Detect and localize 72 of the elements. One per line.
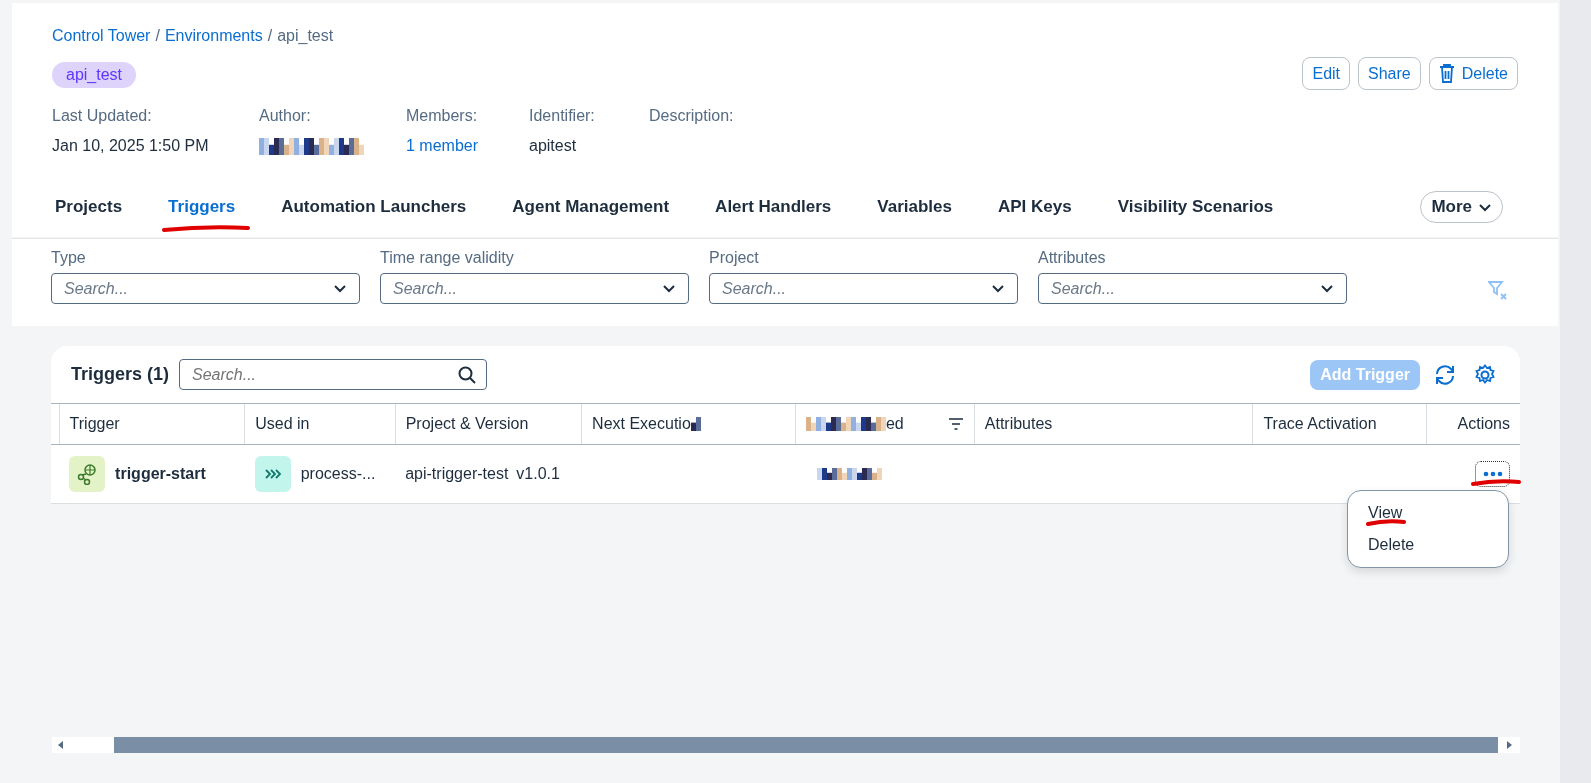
delete-button[interactable]: Delete [1428,57,1518,90]
detail-label: Description: [649,107,735,125]
trash-icon [1438,64,1455,83]
detail-label: Last Updated: [52,107,153,125]
filter-dropdown[interactable]: Search... [380,273,689,304]
column-header: Actions [1457,415,1510,432]
filter-input[interactable]: Search... [1049,278,1283,299]
detail-label: Author: [259,107,312,125]
table-cell: v1.0.1 [516,465,560,483]
action-button[interactable]: Share [1358,57,1421,90]
table-cell: process-... [300,465,376,483]
column-header: Next Executio [592,415,691,433]
environment-tag: api_test [52,61,137,88]
table-cell: api-trigger-test [405,465,509,483]
column-header: Attributes [984,415,1053,432]
chevron-down-icon [1478,202,1492,212]
column-header: Used in [255,415,310,432]
settings-icon [1474,363,1496,386]
breadcrumb-separator: / [267,27,273,45]
scroll-right-icon[interactable] [1506,741,1512,749]
tab[interactable]: Visibility Scenarios [1094,177,1297,237]
column-header: Project & Version [405,415,529,432]
chevron-down-icon [333,284,347,293]
filter-label: Type [51,249,87,267]
search-field[interactable]: Search... [179,359,488,390]
more-button[interactable]: More [1420,191,1503,223]
detail-label: Identifier: [529,107,596,125]
detail-value: Jan 10, 2025 1:50 PM [52,137,210,155]
sort-icon[interactable] [947,418,964,430]
action-button[interactable]: Edit [1302,57,1351,90]
scroll-left-icon[interactable] [58,741,64,749]
tab[interactable]: Triggers [145,177,259,237]
refresh-icon [1434,363,1456,386]
overflow-icon [1482,471,1503,477]
filter-dropdown[interactable]: Search... [51,273,360,304]
column-header: Trigger [69,415,120,432]
horizontal-scrollbar[interactable] [52,737,1520,753]
menu-item[interactable]: Delete [1348,529,1508,561]
tab[interactable]: Projects [52,177,146,237]
breadcrumb-link[interactable]: Control Tower [52,27,151,45]
filter-label: Time range validity [380,249,515,267]
breadcrumb-separator: / [155,27,160,45]
filter-label: Project [709,249,760,267]
filter-dropdown[interactable]: Search... [709,273,1018,304]
filter-input[interactable]: Search... [391,278,625,299]
detail-value: apitest [529,137,578,155]
process-icon [254,456,291,492]
chevron-down-icon [991,284,1005,293]
search-icon [458,365,477,384]
filter-input[interactable]: Search... [62,278,296,299]
chevron-down-icon [1320,284,1334,293]
tab[interactable]: Automation Launchers [258,177,490,237]
trigger-icon [69,456,106,492]
members-link[interactable]: 1 member [406,137,529,155]
tab[interactable]: Variables [854,177,975,237]
detail-label: Members: [406,107,479,125]
tab[interactable]: Agent Management [489,177,693,237]
filter-dropdown[interactable]: Search... [1038,273,1347,304]
breadcrumb-current: api_test [277,27,334,45]
redaction-mosaic [690,417,701,431]
menu-item[interactable]: View [1348,497,1508,529]
column-header: Trace Activation [1263,415,1377,432]
chevron-down-icon [662,284,676,293]
trigger-name[interactable]: trigger-start [115,465,206,483]
redaction-mosaic [817,468,883,480]
table-title: Triggers (1) [71,364,170,385]
column-header: ed [885,415,904,433]
tab[interactable]: Alert Handlers [692,177,855,237]
filter-input[interactable]: Search... [720,278,954,299]
breadcrumb-link[interactable]: Environments [164,27,263,45]
filter-label: Attributes [1038,249,1107,267]
tab[interactable]: API Keys [975,177,1095,237]
